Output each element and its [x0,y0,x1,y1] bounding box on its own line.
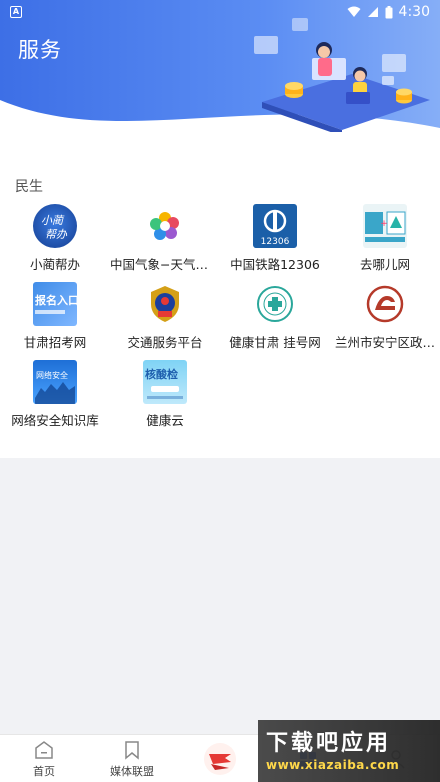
service-item-cyber-security[interactable]: 网络安全 网络安全知识库 [0,360,110,438]
battery-icon [385,5,393,18]
svg-text:核酸检: 核酸检 [145,367,178,381]
tab-center[interactable] [176,735,264,782]
service-label: 去哪儿网 [359,257,410,272]
site-watermark: 下载吧应用 www.xiazaiba.com [258,720,440,782]
service-label: 甘肃招考网 [23,335,87,350]
service-item-weather[interactable]: 中国气象−天气预… [110,204,220,282]
tab-home[interactable]: 首页 [0,735,88,782]
wifi-icon [347,6,361,17]
service-label: 小蔺帮办 [29,257,80,272]
service-grid: 小蔺 帮办 小蔺帮办 中国气象−天气预… 12306 中国铁路12306 + 去… [0,204,440,438]
anning-district-icon [363,282,407,326]
bookmark-icon [125,740,139,760]
health-gansu-icon [253,282,297,326]
railway-12306-icon: 12306 [253,204,297,248]
svg-text:12306: 12306 [261,237,290,247]
svg-text:小蔺: 小蔺 [41,214,65,227]
service-item-xiaolin[interactable]: 小蔺 帮办 小蔺帮办 [0,204,110,282]
cyber-security-icon: 网络安全 [33,360,77,404]
home-icon [35,740,53,759]
service-item-anning[interactable]: 兰州市安宁区政… [330,282,440,360]
weather-flower-icon [143,204,187,248]
qunar-icon: + [363,204,407,248]
status-time: 4:30 [398,4,430,20]
svg-text:帮办: 帮办 [45,228,68,241]
service-section: 民生 小蔺 帮办 小蔺帮办 中国气象−天气预… 12306 中国铁路12306 … [0,148,440,458]
tab-label: 媒体联盟 [110,764,154,778]
police-emblem-icon [143,282,187,326]
svg-text:+: + [380,219,388,229]
service-label: 交通服务平台 [127,335,203,350]
notification-a-icon: A [10,6,22,18]
service-label: 健康云 [146,413,184,428]
svg-text:报名入口: 报名入口 [35,293,77,307]
page-title: 服务 [18,38,62,62]
tab-media-alliance[interactable]: 媒体联盟 [88,735,176,782]
service-item-qunar[interactable]: + 去哪儿网 [330,204,440,282]
status-bar: A 4:30 [0,0,440,24]
service-label: 中国铁路12306 [230,257,320,272]
service-item-traffic[interactable]: 交通服务平台 [110,282,220,360]
watermark-title: 下载吧应用 [266,731,392,756]
tab-label: 首页 [33,764,55,778]
signal-icon [367,7,378,17]
service-label: 健康甘肃 挂号网 [229,335,321,350]
watermark-url: www.xiazaiba.com [266,758,400,772]
health-cloud-icon: 核酸检 [143,360,187,404]
center-logo-icon [204,743,236,775]
service-label: 中国气象−天气预… [110,257,220,272]
service-item-health-cloud[interactable]: 核酸检 健康云 [110,360,220,438]
office-people-illustration [254,18,430,132]
service-label: 网络安全知识库 [11,413,99,428]
service-label: 兰州市安宁区政… [334,335,435,350]
svg-text:网络安全: 网络安全 [36,370,68,380]
service-item-railway[interactable]: 12306 中国铁路12306 [220,204,330,282]
service-item-gansu-exam[interactable]: 报名入口 甘肃招考网 [0,282,110,360]
service-item-health-gansu[interactable]: 健康甘肃 挂号网 [220,282,330,360]
xiaolin-bangban-icon: 小蔺 帮办 [33,204,77,248]
gansu-exam-icon: 报名入口 [33,282,77,326]
section-title: 民生 [15,179,43,195]
